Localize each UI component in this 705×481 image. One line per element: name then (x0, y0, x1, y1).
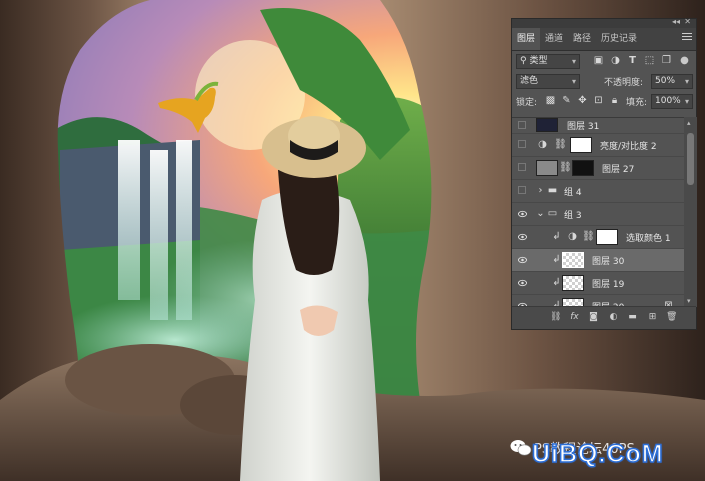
group-row-4[interactable]: › ▬ 组 4 (512, 180, 684, 203)
panel-tabs: 图层 通道 路径 历史记录 (512, 28, 696, 51)
chevron-down-icon: ▾ (571, 77, 576, 86)
fill-value: 100% (655, 96, 681, 106)
filter-toggle-icon[interactable]: ● (678, 54, 691, 67)
fill-field[interactable]: 100% ▾ (651, 94, 693, 109)
shape-filter-icon[interactable]: ⬚ (643, 54, 656, 67)
scroll-down-icon[interactable]: ▾ (687, 297, 691, 305)
type-filter-icon[interactable]: T (626, 54, 639, 67)
scrollbar-thumb[interactable] (687, 133, 694, 185)
tab-history[interactable]: 历史记录 (596, 28, 642, 50)
layer-thumbnail (536, 160, 558, 176)
adjustment-layer-icon: ◑ (568, 231, 577, 242)
lock-position-icon[interactable]: ✥ (576, 94, 589, 107)
layer-row-19[interactable]: ↲ 图层 19 (512, 272, 684, 295)
visibility-toggle[interactable] (518, 163, 526, 171)
lock-transparent-icon[interactable]: ▩ (544, 94, 557, 107)
blend-mode-value: 滤色 (520, 76, 539, 86)
eye-icon[interactable] (518, 210, 527, 218)
adjustment-layer-icon: ◑ (538, 139, 547, 150)
layer-row-brightness-contrast[interactable]: ◑ ⛓ 亮度/对比度 2 (512, 134, 684, 157)
layer-name: 图层 19 (592, 280, 625, 290)
tab-paths[interactable]: 路径 (568, 28, 596, 50)
opacity-label: 不透明度: (604, 78, 644, 88)
fill-label: 填充: (626, 98, 648, 108)
link-icon: ⛓ (559, 162, 572, 173)
tab-channels[interactable]: 通道 (540, 28, 568, 50)
chevron-down-icon: ▾ (684, 77, 689, 86)
layer-name: 图层 30 (592, 257, 625, 267)
close-icon[interactable]: ✕ (684, 17, 691, 26)
layer-mask-thumbnail (572, 160, 594, 176)
layer-name: 图层 27 (602, 165, 635, 175)
layers-scrollbar[interactable]: ▴ ▾ (684, 117, 697, 307)
layer-name: 组 4 (564, 188, 582, 198)
eye-icon[interactable] (518, 256, 527, 264)
scroll-up-icon[interactable]: ▴ (687, 119, 691, 127)
new-group-icon[interactable]: ▬ (627, 312, 638, 323)
layer-name: 组 3 (564, 211, 582, 221)
new-layer-icon[interactable]: ⊞ (647, 312, 658, 323)
add-mask-icon[interactable]: ◙ (588, 312, 599, 323)
folder-open-icon: ▭ (547, 208, 558, 219)
smart-object-filter-icon[interactable]: ❐ (660, 54, 673, 67)
layers-list: 图层 31 ◑ ⛓ 亮度/对比度 2 ⛓ 图层 27 › ▬ 组 4 ⌄ ▭ 组… (512, 117, 684, 308)
layer-row-selective-color[interactable]: ↲ ◑ ⛓ 选取颜色 1 (512, 226, 684, 249)
layer-row-27[interactable]: ⛓ 图层 27 (512, 157, 684, 180)
chevron-down-icon: ▾ (684, 97, 689, 106)
panel-titlebar: ◂◂ ✕ (512, 17, 696, 28)
lock-row: 锁定: ▩ ✎ ✥ ⊡ 🔒︎ 填充: 100% ▾ (512, 91, 696, 111)
opacity-value: 50% (655, 76, 676, 86)
visibility-toggle[interactable] (518, 186, 526, 194)
blend-mode-dropdown[interactable]: 滤色 ▾ (516, 74, 580, 89)
trash-icon[interactable]: 🗑︎ (666, 312, 677, 323)
collapse-icon[interactable]: ◂◂ (672, 17, 680, 26)
layer-mask-thumbnail (596, 229, 618, 245)
layers-panel: ◂◂ ✕ 图层 通道 路径 历史记录 ⚲ 类型 ▾ ▣ ◑ T ⬚ ❐ ● 滤色… (511, 17, 697, 330)
eye-icon[interactable] (518, 233, 527, 241)
layer-row-31[interactable]: 图层 31 (512, 118, 684, 134)
wechat-icon (510, 440, 532, 456)
watermark-logo: UiBQ.CoM (531, 439, 664, 469)
lock-label: 锁定: (516, 98, 538, 108)
clipping-arrow-icon: ↲ (552, 231, 561, 242)
lock-all-icon[interactable]: 🔒︎ (608, 94, 621, 107)
layer-row-30[interactable]: ↲ 图层 30 (512, 249, 684, 272)
panel-menu-icon[interactable] (682, 33, 692, 43)
tab-layers[interactable]: 图层 (512, 28, 541, 50)
visibility-toggle[interactable] (518, 121, 526, 129)
eye-icon[interactable] (518, 279, 527, 287)
folder-icon: ▬ (547, 185, 558, 196)
panel-bottom-toolbar: ⛓ fx ◙ ◐ ▬ ⊞ 🗑︎ (512, 306, 696, 329)
opacity-field[interactable]: 50% ▾ (651, 74, 693, 89)
filter-kind-dropdown[interactable]: ⚲ 类型 ▾ (516, 54, 580, 69)
pixel-filter-icon[interactable]: ▣ (592, 54, 605, 67)
link-icon: ⛓ (582, 231, 595, 242)
link-icon: ⛓ (554, 139, 567, 150)
layer-thumbnail (562, 275, 584, 291)
visibility-toggle[interactable] (518, 140, 526, 148)
blend-row: 滤色 ▾ 不透明度: 50% ▾ (512, 71, 696, 91)
chevron-down-icon: ▾ (571, 57, 576, 66)
layer-name: 选取颜色 1 (626, 234, 671, 244)
layer-name: 图层 31 (567, 122, 600, 132)
layer-thumbnail (562, 252, 584, 268)
layer-thumbnail (536, 118, 558, 132)
filter-kind-value: 类型 (529, 56, 548, 66)
link-layers-icon[interactable]: ⛓ (550, 312, 561, 323)
group-row-3[interactable]: ⌄ ▭ 组 3 (512, 203, 684, 226)
adjustment-filter-icon[interactable]: ◑ (609, 54, 622, 67)
layer-mask-thumbnail (570, 137, 592, 153)
lock-artboard-icon[interactable]: ⊡ (592, 94, 605, 107)
layer-name: 亮度/对比度 2 (600, 142, 657, 152)
filter-row: ⚲ 类型 ▾ ▣ ◑ T ⬚ ❐ ● (512, 51, 696, 71)
fx-icon[interactable]: fx (569, 312, 580, 323)
lock-paint-icon[interactable]: ✎ (560, 94, 573, 107)
watermark: PS教程论坛40PS UiBQ.CoM (510, 436, 700, 472)
adjustment-layer-icon[interactable]: ◐ (608, 312, 619, 323)
